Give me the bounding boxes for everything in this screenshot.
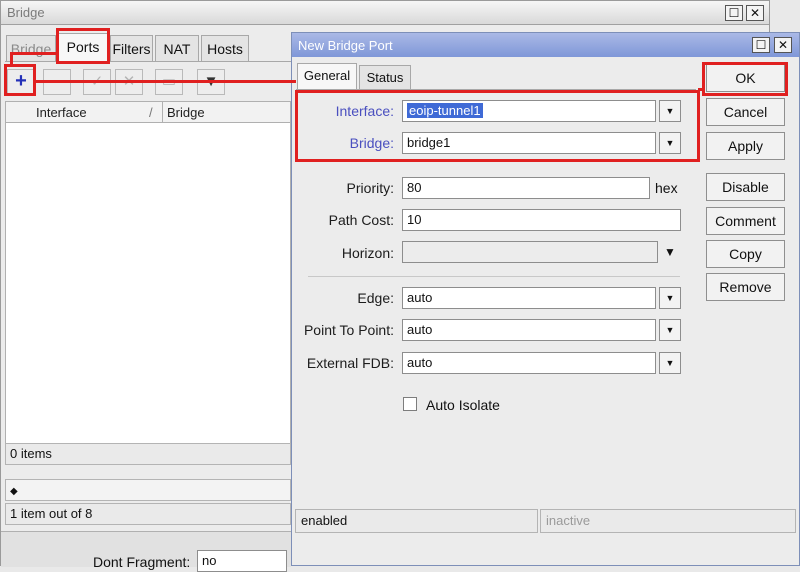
section-divider bbox=[308, 276, 680, 277]
tab-general[interactable]: General bbox=[297, 63, 357, 89]
status-running: inactive bbox=[540, 509, 796, 533]
scroll-arrow-icon[interactable]: ◆ bbox=[10, 486, 18, 497]
dont-fragment-label: Dont Fragment: bbox=[93, 554, 191, 570]
dialog-close-icon[interactable]: ✕ bbox=[774, 37, 792, 53]
close-icon[interactable]: ✕ bbox=[746, 5, 764, 21]
point-to-point-select[interactable]: auto bbox=[402, 319, 656, 341]
tab-nat[interactable]: NAT bbox=[155, 35, 199, 61]
annotation-connector-ports-h bbox=[10, 52, 58, 55]
highlight-interface-bridge-fields bbox=[295, 90, 700, 162]
external-fdb-dropdown-icon[interactable]: ▼ bbox=[659, 352, 681, 374]
sort-divider-icon: / bbox=[149, 105, 153, 120]
tab-bridge[interactable]: Bridge bbox=[6, 35, 56, 61]
maximize-icon[interactable]: ☐ bbox=[725, 5, 743, 21]
tab-status[interactable]: Status bbox=[359, 65, 411, 89]
column-divider bbox=[162, 102, 163, 122]
annotation-connector-ok bbox=[698, 88, 704, 91]
point-to-point-label: Point To Point: bbox=[303, 322, 394, 338]
comment-button[interactable]: Comment bbox=[706, 207, 785, 235]
point-to-point-dropdown-icon[interactable]: ▼ bbox=[659, 319, 681, 341]
column-bridge[interactable]: Bridge bbox=[167, 105, 205, 120]
bridge-titlebar[interactable]: Bridge ☐ ✕ bbox=[1, 1, 769, 25]
apply-button[interactable]: Apply bbox=[706, 132, 785, 160]
ports-list[interactable] bbox=[5, 123, 291, 443]
path-cost-label: Path Cost: bbox=[328, 212, 394, 228]
priority-input[interactable]: 80 bbox=[402, 177, 650, 199]
priority-unit: hex bbox=[655, 180, 678, 196]
edge-label: Edge: bbox=[357, 290, 394, 306]
disable-button[interactable]: Disable bbox=[706, 173, 785, 201]
edge-select[interactable]: auto bbox=[402, 287, 656, 309]
dialog-title: New Bridge Port bbox=[298, 38, 393, 53]
highlight-ports-tab bbox=[56, 28, 110, 64]
horizon-expand-icon[interactable]: ▼ bbox=[664, 245, 676, 259]
cancel-button[interactable]: Cancel bbox=[706, 98, 785, 126]
remove-button[interactable]: Remove bbox=[706, 273, 785, 301]
priority-label: Priority: bbox=[346, 180, 394, 196]
bottom-status: 1 item out of 8 bbox=[5, 503, 291, 525]
edge-dropdown-icon[interactable]: ▼ bbox=[659, 287, 681, 309]
auto-isolate-checkbox[interactable] bbox=[403, 397, 417, 411]
auto-isolate-label: Auto Isolate bbox=[426, 397, 500, 413]
copy-button[interactable]: Copy bbox=[706, 240, 785, 268]
path-cost-input[interactable]: 10 bbox=[402, 209, 681, 231]
bridge-window-title: Bridge bbox=[7, 5, 45, 20]
lower-panel: Dont Fragment: no bbox=[1, 531, 291, 572]
highlight-add-button bbox=[4, 64, 36, 96]
dialog-titlebar[interactable]: New Bridge Port ☐ ✕ bbox=[292, 33, 799, 57]
horizon-input[interactable] bbox=[402, 241, 658, 263]
annotation-connector bbox=[36, 80, 296, 83]
external-fdb-select[interactable]: auto bbox=[402, 352, 656, 374]
external-fdb-label: External FDB: bbox=[306, 355, 394, 371]
tab-hosts[interactable]: Hosts bbox=[201, 35, 249, 61]
items-count: 0 items bbox=[5, 443, 291, 465]
horizon-label: Horizon: bbox=[341, 245, 394, 261]
tabs-divider bbox=[5, 61, 291, 62]
highlight-ok-button bbox=[702, 62, 788, 96]
horizontal-scrollbar[interactable]: ◆ bbox=[5, 479, 291, 501]
tab-filters[interactable]: Filters bbox=[110, 35, 153, 61]
dialog-maximize-icon[interactable]: ☐ bbox=[752, 37, 770, 53]
column-interface[interactable]: Interface bbox=[36, 105, 87, 120]
list-header: Interface / Bridge bbox=[5, 101, 291, 123]
status-enabled: enabled bbox=[295, 509, 538, 533]
dont-fragment-field[interactable]: no bbox=[197, 550, 287, 572]
